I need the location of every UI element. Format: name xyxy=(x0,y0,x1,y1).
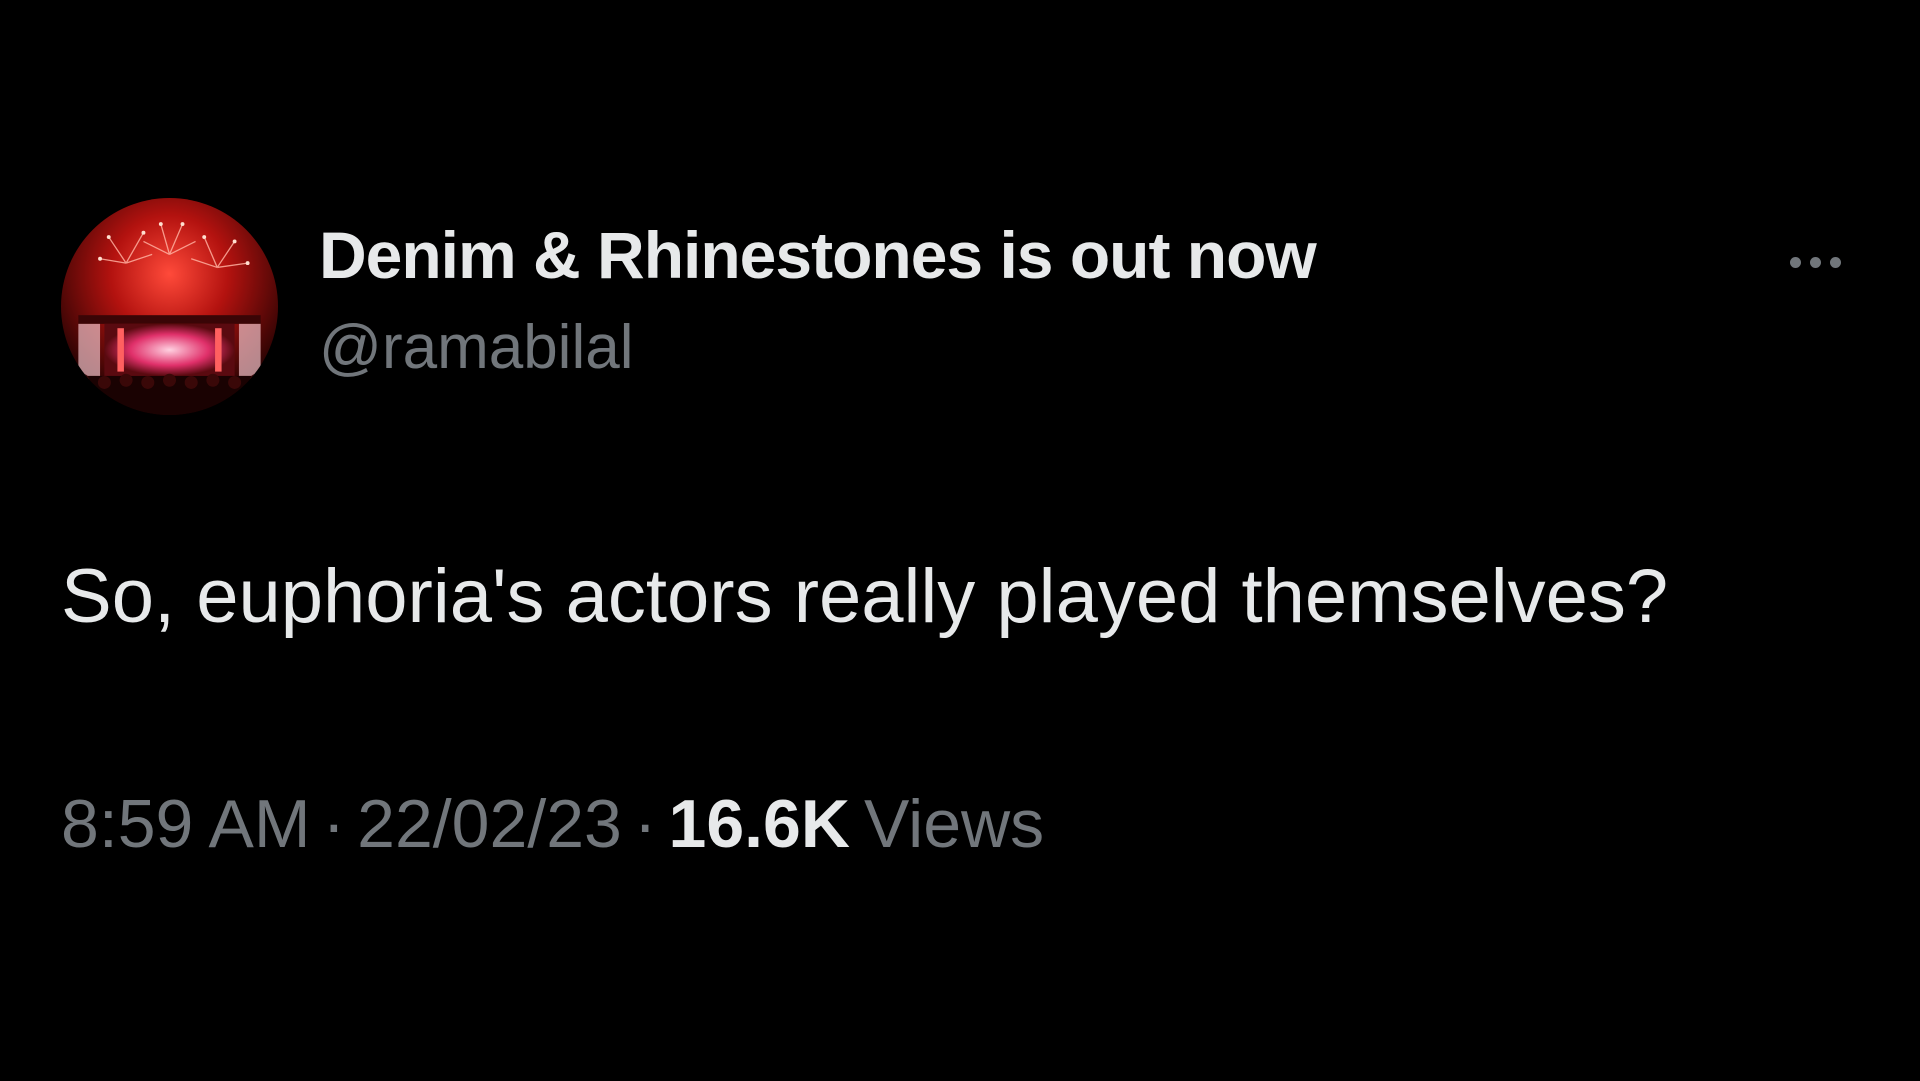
more-horizontal-icon xyxy=(1829,256,1841,268)
more-horizontal-icon xyxy=(1809,256,1821,268)
more-horizontal-icon xyxy=(1789,256,1801,268)
author-display-name[interactable]: Denim & Rhinestones is out now xyxy=(319,222,1317,288)
meta-separator: · xyxy=(322,786,346,862)
author-handle[interactable]: @ramabilal xyxy=(319,317,633,379)
tweet-meta: 8:59 AM · 22/02/23 · 16.6K Views xyxy=(61,790,1044,858)
meta-separator: · xyxy=(633,786,657,862)
views-label: Views xyxy=(863,786,1045,862)
tweet-time[interactable]: 8:59 AM xyxy=(61,786,311,862)
views-count[interactable]: 16.6K xyxy=(669,786,850,862)
concert-stage-fireworks-icon xyxy=(61,198,278,415)
tweet-date[interactable]: 22/02/23 xyxy=(357,786,622,862)
tweet-text: So, euphoria's actors really played them… xyxy=(61,554,1669,639)
tweet-card: Denim & Rhinestones is out now @ramabila… xyxy=(0,0,1920,1081)
author-avatar[interactable] xyxy=(61,198,278,415)
more-options-button[interactable] xyxy=(1770,240,1860,284)
